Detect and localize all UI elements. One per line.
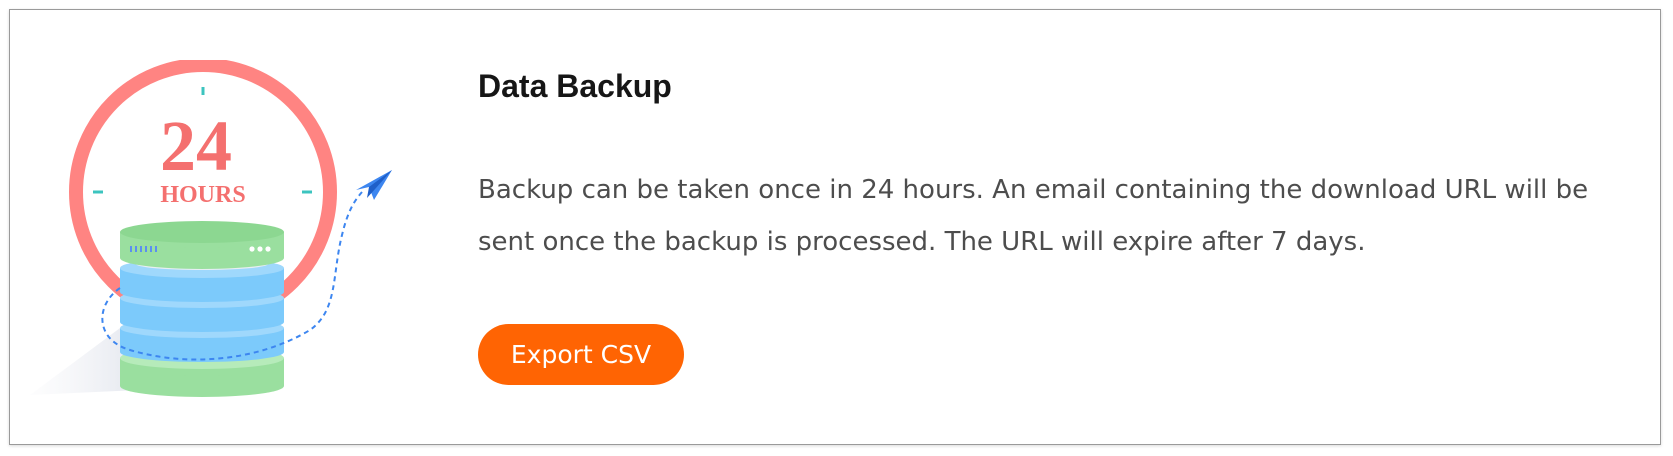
backup-illustration: 24 HOURS bbox=[20, 60, 430, 440]
status-dots-icon bbox=[249, 246, 271, 252]
database-stack bbox=[120, 221, 284, 397]
backup-description: Backup can be taken once in 24 hours. An… bbox=[478, 175, 1589, 257]
paper-plane-icon bbox=[356, 170, 392, 200]
clock-unit: HOURS bbox=[160, 182, 245, 208]
database-clock-icon: 24 HOURS bbox=[30, 60, 392, 397]
clock-number: 24 bbox=[160, 106, 232, 186]
data-backup-card: 24 HOURS Data Backup Backup can be taken… bbox=[9, 9, 1661, 445]
export-csv-button[interactable]: Export CSV bbox=[478, 324, 684, 385]
page-title: Data Backup bbox=[478, 68, 672, 104]
